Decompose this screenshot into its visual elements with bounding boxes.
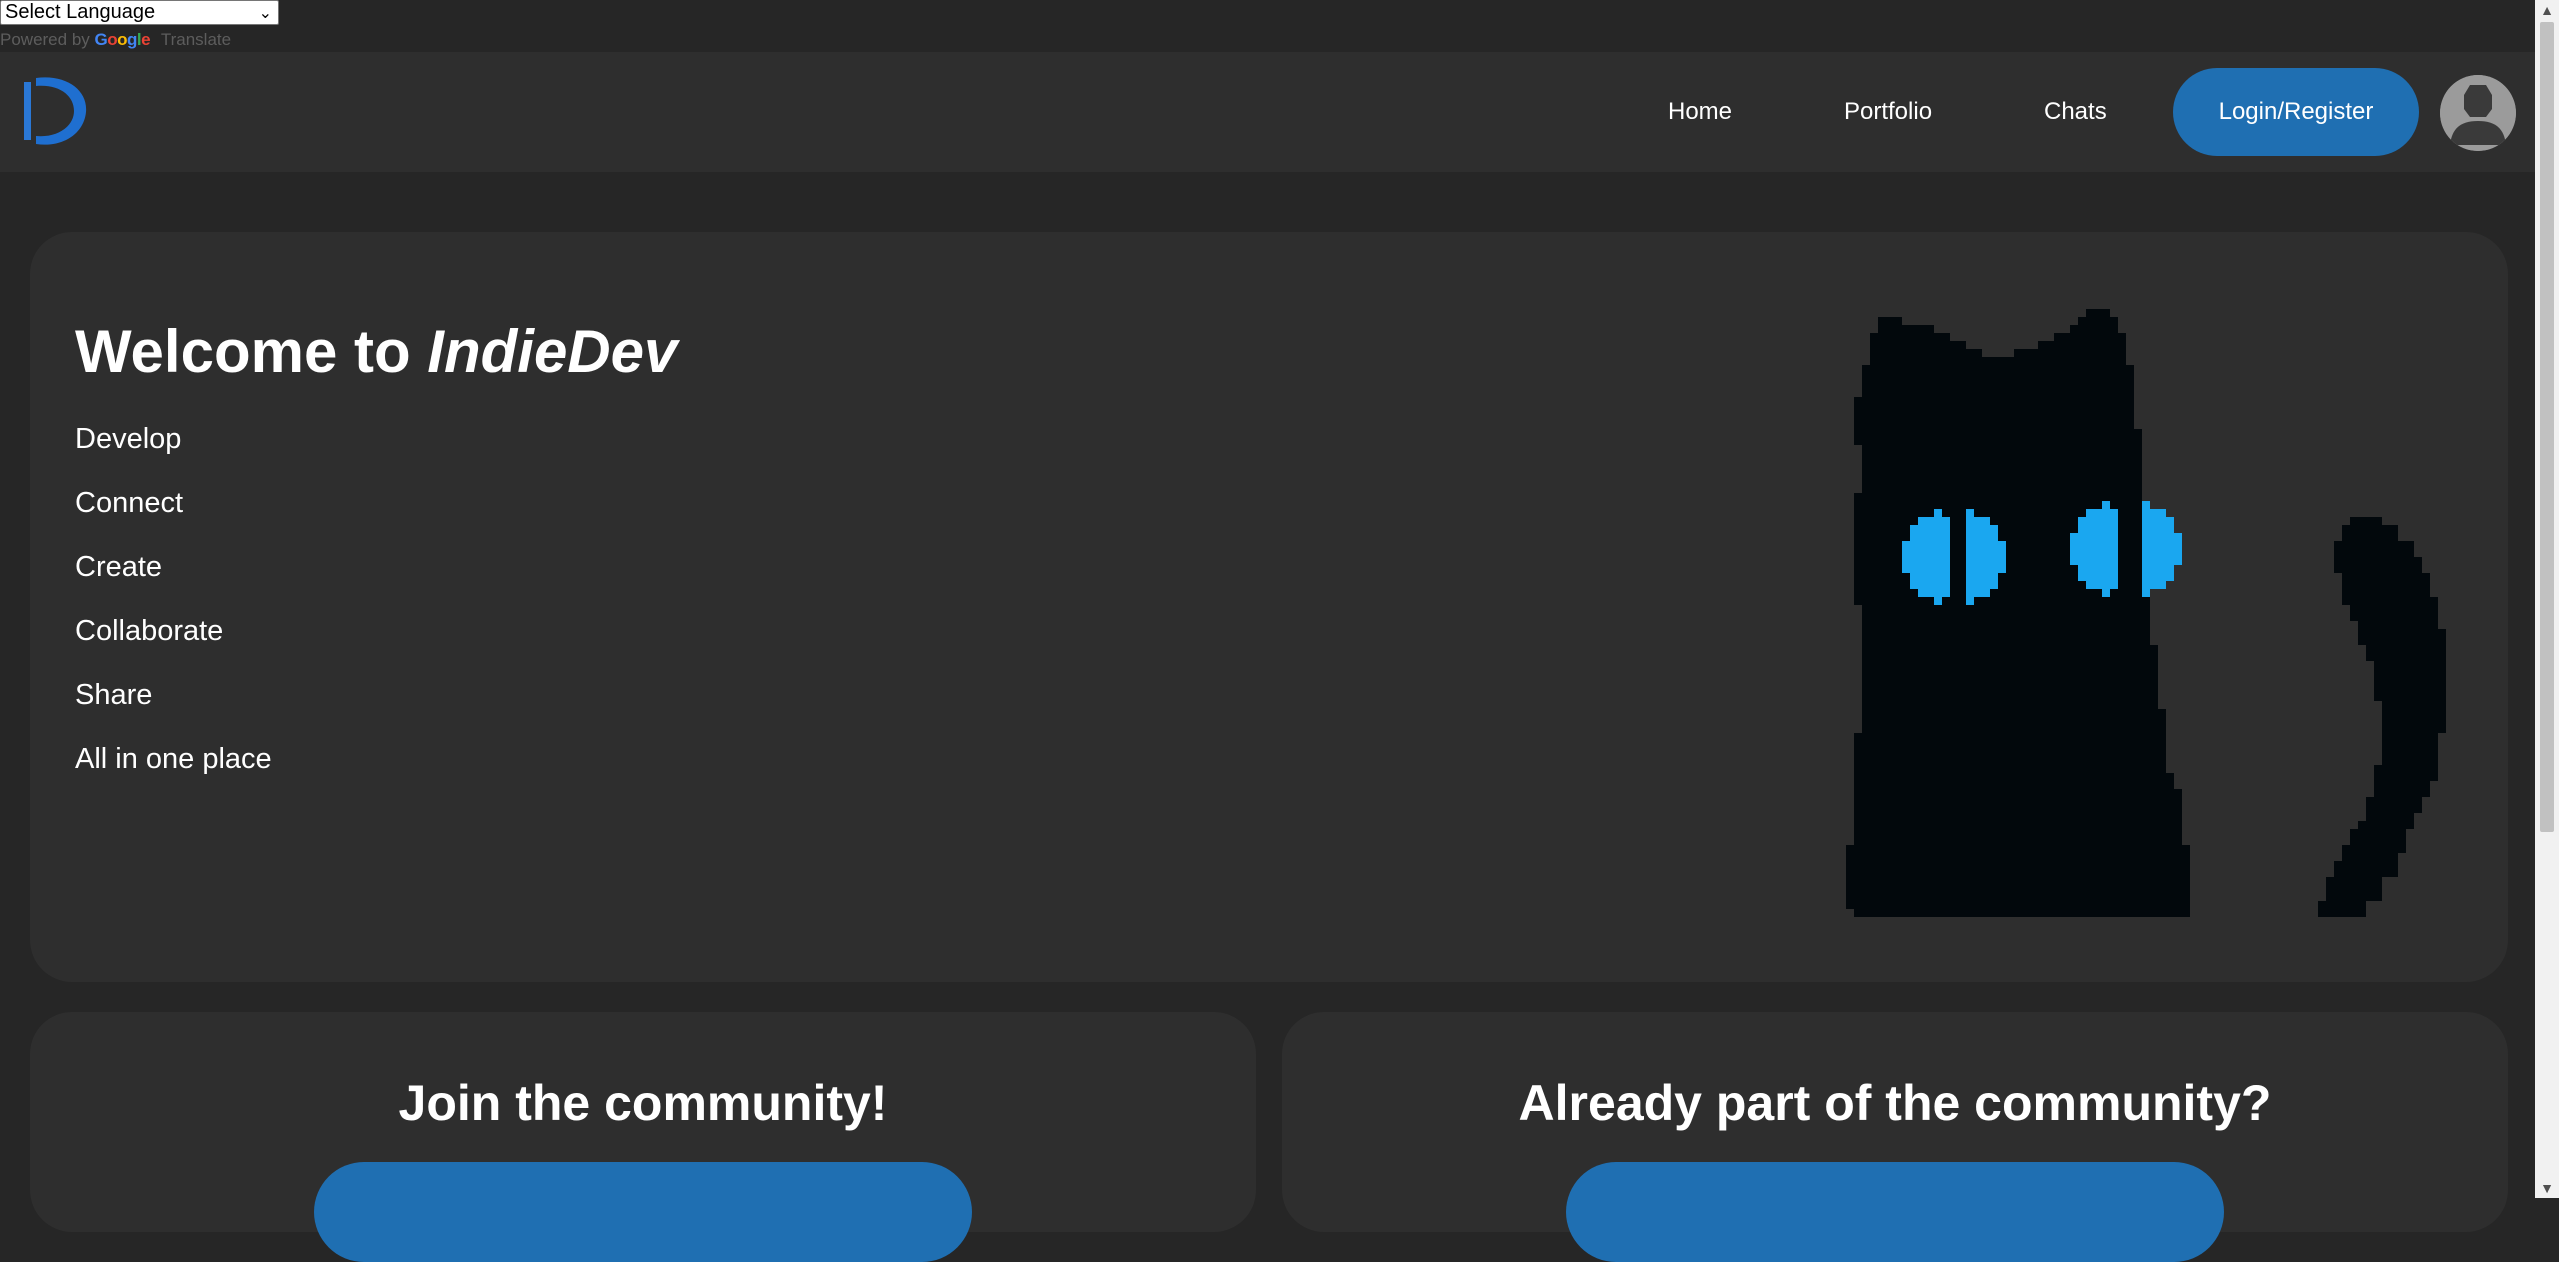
hero-line-all-in-one: All in one place [75,743,272,775]
logo-d-icon [24,77,87,145]
already-member-title: Already part of the community? [1518,1075,2272,1131]
indiedev-logo[interactable] [22,74,88,148]
page-scrollbar[interactable]: ▲ ▼ [2535,0,2559,1198]
hero-feature-list: Develop Connect Create Collaborate Share… [75,422,272,806]
scroll-up-arrow-icon[interactable]: ▲ [2535,0,2559,20]
already-member-button[interactable] [1566,1162,2224,1262]
already-member-card: Already part of the community? [1282,1012,2508,1262]
nav-home[interactable]: Home [1668,52,1732,172]
chevron-down-icon: ⌄ [258,5,272,22]
powered-by-label: Powered by [0,30,90,49]
google-translate-bar: Select Language ⌄ Powered by Google Tran… [0,0,2535,52]
powered-by-google-translate: Powered by Google Translate [0,30,231,50]
hero-line-develop: Develop [75,423,182,455]
nav-chats[interactable]: Chats [2044,52,2107,172]
translate-link[interactable]: Translate [161,30,231,49]
join-community-card: Join the community! [30,1012,1256,1262]
scrollbar-thumb[interactable] [2540,22,2554,832]
nav-portfolio[interactable]: Portfolio [1844,52,1932,172]
cat-icon [1846,309,2446,917]
hero-title: Welcome to IndieDev [75,318,678,385]
hero-line-collaborate: Collaborate [75,615,224,647]
brand-name: IndieDev [427,318,678,385]
join-community-title: Join the community! [398,1075,888,1131]
user-avatar-icon [2440,75,2516,151]
navbar: Home Portfolio Chats Login/Register [0,52,2535,172]
language-select[interactable]: Select Language ⌄ [0,0,279,25]
hero-card: Welcome to IndieDev Develop Connect Crea… [30,232,2508,982]
hero-line-share: Share [75,679,153,711]
hero-line-create: Create [75,551,163,583]
join-community-button[interactable] [314,1162,972,1262]
scroll-down-arrow-icon[interactable]: ▼ [2535,1178,2559,1198]
language-select-value: Select Language [5,1,156,23]
pixel-cat-illustration [1838,277,2488,927]
hero-line-connect: Connect [75,487,184,519]
login-register-button[interactable]: Login/Register [2173,68,2419,156]
avatar[interactable] [2440,75,2516,151]
google-logo[interactable]: Google [95,30,151,49]
